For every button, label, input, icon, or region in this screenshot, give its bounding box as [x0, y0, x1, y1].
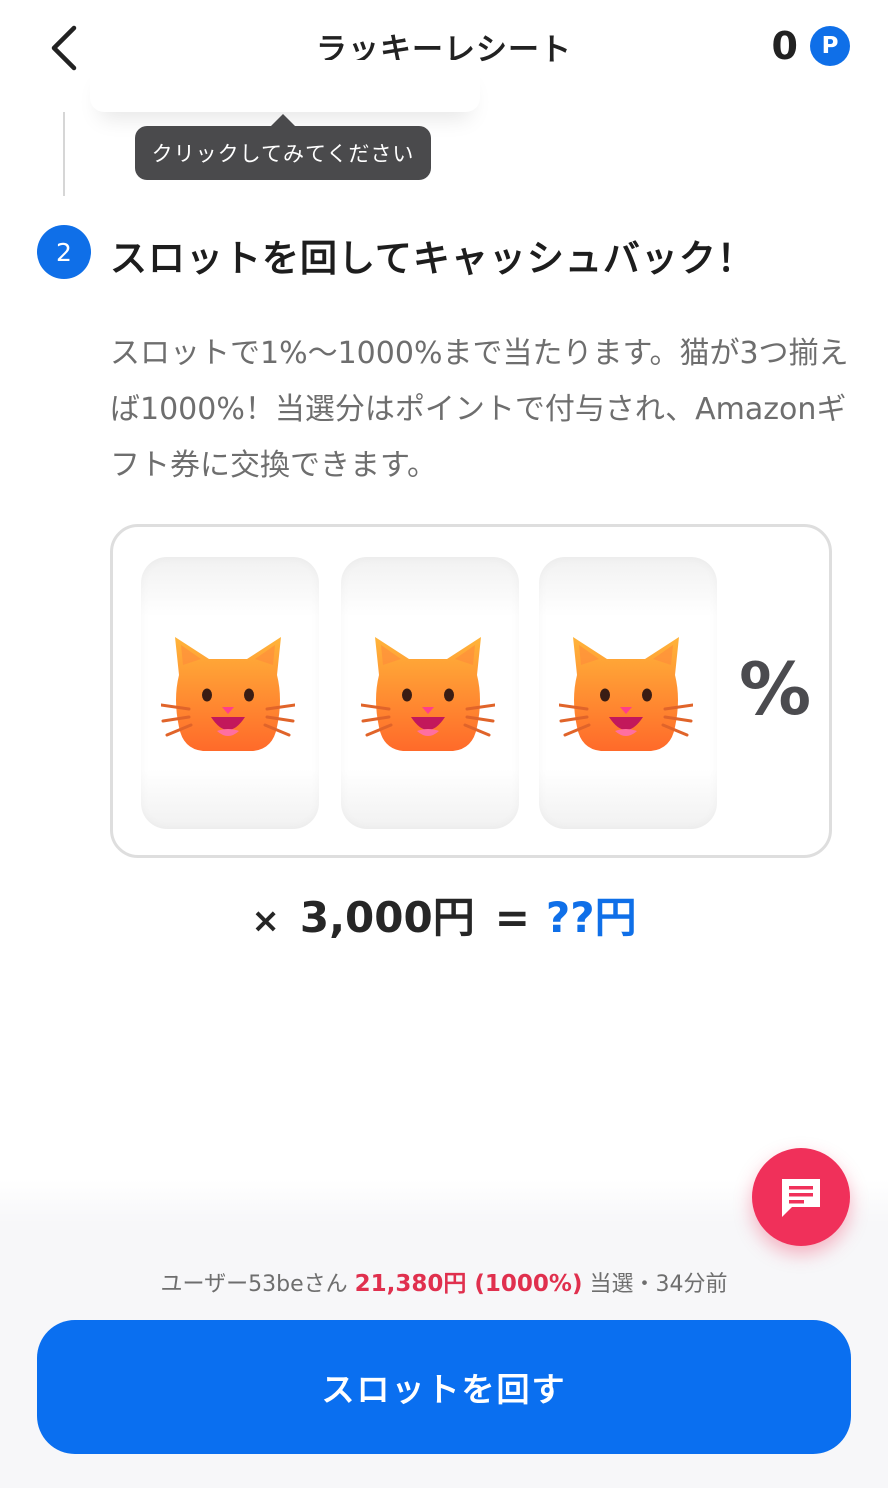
cat-face-icon [361, 637, 495, 751]
spin-slot-button[interactable]: スロットを回す [37, 1320, 851, 1454]
points-value: 0 [771, 24, 798, 68]
equals-sign: = [494, 893, 530, 942]
tooltip: クリックしてみてください [135, 114, 431, 180]
slot-reel-3 [539, 557, 717, 829]
winner-amount: 21,380円 (1000%) [354, 1271, 583, 1297]
step-number-badge: 2 [37, 225, 91, 279]
cashback-result: ??円 [545, 893, 637, 942]
multiply-sign: × [251, 901, 280, 941]
percent-sign: % [739, 647, 812, 731]
chat-icon [782, 1179, 820, 1217]
points-icon: P [810, 26, 850, 66]
cashback-formula: × 3,000円 = ??円 [0, 884, 888, 945]
step-title: スロットを回してキャッシュバック！ [110, 237, 755, 280]
slot-reel-1 [141, 557, 319, 829]
purchase-amount: 3,000円 [299, 893, 475, 942]
step-connector-line [63, 112, 65, 196]
cat-face-icon [559, 637, 693, 751]
winner-user: ユーザー53beさん [160, 1272, 348, 1297]
recent-winner-line: ユーザー53beさん 21,380円 (1000%) 当選・34分前 [0, 1264, 888, 1298]
points-balance[interactable]: 0 P [772, 24, 850, 68]
cat-face-icon [161, 637, 295, 751]
step-description: スロットで1%～1000%まで当たります。猫が3つ揃えば1000%！当選分はポイ… [110, 336, 849, 483]
chevron-left-icon [51, 25, 77, 71]
slot-machine: % [110, 524, 832, 858]
slot-reel-2 [341, 557, 519, 829]
back-button[interactable] [40, 22, 92, 74]
receipt-card[interactable] [90, 60, 480, 112]
chat-button[interactable] [752, 1148, 850, 1246]
winner-status: 当選・34分前 [589, 1272, 728, 1297]
